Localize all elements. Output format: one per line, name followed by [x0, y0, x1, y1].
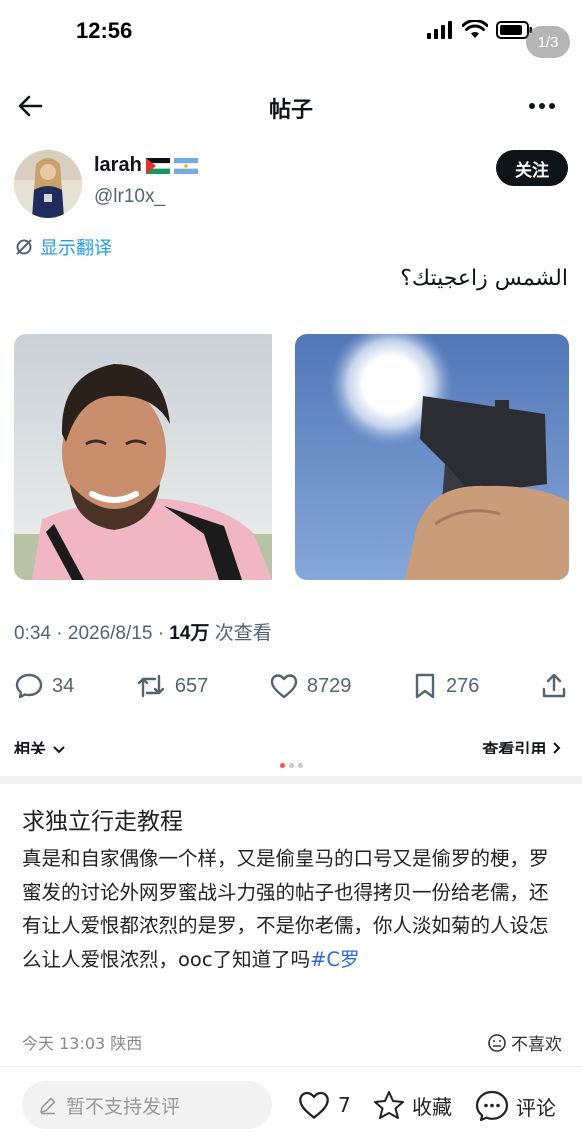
divider: [0, 776, 582, 784]
follow-button[interactable]: 关注: [496, 150, 568, 186]
bottom-like-count: 7: [338, 1093, 351, 1117]
action-bar: 34 657 8729 276: [14, 666, 568, 706]
page-title: 帖子: [268, 98, 313, 123]
author-handle[interactable]: @lr10x_: [94, 186, 165, 208]
nav-bar: 帖子: [0, 80, 582, 136]
view-quotes-link[interactable]: 查看引用: [482, 736, 562, 754]
argentina-flag-icon: [173, 157, 198, 174]
bookmark-icon: [415, 673, 435, 699]
like-button[interactable]: 8729: [269, 672, 352, 700]
comment-input[interactable]: 暂不支持发评: [22, 1081, 272, 1129]
post-time: 0:34: [14, 623, 51, 644]
bottom-bar: 暂不支持发评 7 收藏 评论: [0, 1066, 582, 1144]
related-toggle[interactable]: 相关: [14, 736, 66, 754]
carousel-pager: [0, 763, 582, 768]
meta-separator: ·: [157, 623, 165, 644]
translate-icon: [16, 239, 32, 255]
comment-bubble-icon: [475, 1090, 509, 1122]
views-label: 次查看: [214, 623, 272, 644]
meta-separator: ·: [56, 623, 63, 644]
author-name-line: larah: [94, 154, 198, 177]
related-label: 相关: [14, 740, 47, 754]
status-time: 12:56: [76, 18, 133, 43]
bookmark-count: 276: [446, 674, 480, 697]
frown-icon: [488, 1033, 506, 1052]
smiling-man-photo[interactable]: [14, 334, 289, 580]
avatar[interactable]: [14, 150, 82, 218]
repost-count: 657: [174, 674, 209, 697]
status-bar: 12:56 1/3: [0, 0, 582, 62]
comment-title: 求独立行走教程: [22, 809, 183, 835]
collect-label: 收藏: [412, 1094, 452, 1119]
wifi-icon: [462, 20, 488, 38]
pager-dot: [288, 763, 294, 768]
status-icons: [426, 20, 534, 40]
pencil-icon: [40, 1097, 56, 1115]
star-icon: [374, 1091, 404, 1119]
dislike-label: 不喜欢: [511, 1035, 562, 1055]
reply-count: 34: [52, 674, 75, 697]
reply-button[interactable]: 34: [14, 672, 74, 700]
chevron-down-icon: [52, 746, 65, 754]
related-row: 相关 查看引用: [14, 734, 568, 754]
like-count: 8729: [306, 674, 352, 697]
comment-card: 求独立行走教程 真是和自家偶像一个样，又是偷皇马的口号又是偷罗的梗，罗蜜发的讨论…: [0, 784, 582, 1066]
hashtag-link[interactable]: #C罗: [310, 948, 359, 971]
dislike-button[interactable]: 不喜欢: [487, 1030, 562, 1055]
post-meta: 0:34 · 2026/8/15 · 14万 次查看: [14, 618, 272, 645]
author-name[interactable]: larah: [94, 154, 142, 177]
comment-label: 评论: [516, 1095, 556, 1120]
post-date: 2026/8/15: [67, 623, 153, 644]
translate-link[interactable]: 显示翻译: [14, 234, 112, 260]
translate-label: 显示翻译: [40, 238, 112, 259]
pager-dot: [297, 763, 303, 768]
bookmark-button[interactable]: 276: [412, 672, 479, 700]
comment-input-placeholder: 暂不支持发评: [66, 1095, 181, 1118]
media-grid: [14, 334, 569, 580]
comment-body: 真是和自家偶像一个样，又是偷皇马的口号又是偷罗的梗，罗蜜发的讨论外网罗蜜战斗力强…: [22, 842, 562, 976]
palestine-flag-icon: [145, 157, 170, 174]
comment-button[interactable]: 评论: [474, 1089, 556, 1123]
post-text: الشمس زاعجيتك؟: [400, 266, 568, 291]
pager-dot: [279, 763, 285, 768]
collect-button[interactable]: 收藏: [372, 1089, 452, 1121]
chevron-right-icon: [553, 742, 561, 754]
bottom-like-button[interactable]: 7: [296, 1089, 351, 1121]
repost-button[interactable]: 657: [135, 672, 208, 700]
heart-icon: [299, 1091, 329, 1119]
heart-icon: [270, 674, 298, 699]
comment-text: 真是和自家偶像一个样，又是偷皇马的口号又是偷罗的梗，罗蜜发的讨论外网罗蜜战斗力强…: [22, 847, 549, 971]
reply-icon: [15, 673, 43, 699]
comment-meta: 今天 13:03 陕西: [22, 1034, 143, 1053]
image-page-counter: 1/3: [526, 26, 570, 58]
views-count: 14万: [169, 623, 210, 644]
share-icon: [542, 673, 566, 698]
hand-holding-pistol-sun-photo[interactable]: [294, 334, 569, 580]
more-icon: [529, 103, 555, 109]
more-button[interactable]: [526, 94, 558, 118]
author-row: larah @lr10x_ 关注: [14, 146, 568, 220]
repost-icon: [137, 674, 165, 698]
view-quotes-label: 查看引用: [482, 740, 547, 754]
share-button[interactable]: [540, 672, 568, 700]
signal-icon: [427, 21, 452, 39]
